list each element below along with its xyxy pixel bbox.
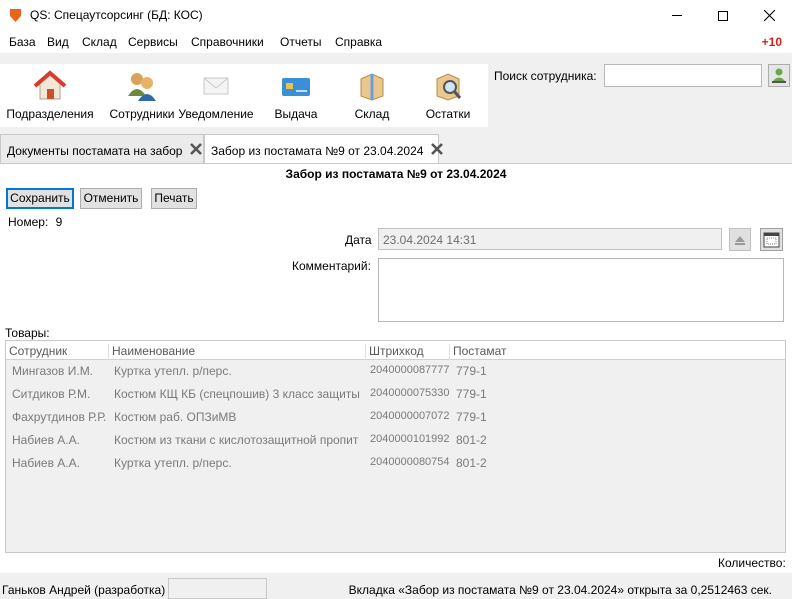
tab-label: Документы постамата на забор bbox=[7, 144, 183, 158]
column-header-barcode[interactable]: Штрихкод bbox=[366, 344, 450, 360]
number-value: 9 bbox=[55, 215, 63, 229]
window-title: QS: Спецаутсорсинг (БД: КОС) bbox=[30, 8, 203, 22]
column-header-postamat[interactable]: Постамат bbox=[450, 344, 785, 360]
column-header-name[interactable]: Наименование bbox=[109, 344, 366, 360]
close-button[interactable] bbox=[746, 0, 792, 31]
toolbar-notification-button[interactable]: Уведомление bbox=[170, 64, 262, 127]
minimize-button[interactable] bbox=[654, 0, 700, 31]
document-title: Забор из постамата №9 от 23.04.2024 bbox=[285, 167, 507, 181]
cell-employee: Набиев А.А. bbox=[12, 456, 80, 470]
toolbar-departments-label: Подразделения bbox=[6, 107, 94, 121]
column-header-employee[interactable]: Сотрудник bbox=[6, 344, 109, 360]
toolbar-departments-button[interactable]: Подразделения bbox=[4, 64, 96, 127]
main-toolbar: Подразделения Сотрудники Уведомление Выд… bbox=[0, 64, 488, 127]
minimize-icon bbox=[672, 15, 682, 16]
comment-label: Комментарий: bbox=[292, 259, 371, 273]
person-search-icon bbox=[772, 68, 786, 83]
cell-employee: Набиев А.А. bbox=[12, 433, 80, 447]
maximize-icon bbox=[718, 10, 728, 21]
cell-postamat: 779-1 bbox=[456, 387, 487, 401]
menu-item-help[interactable]: Справка bbox=[335, 35, 382, 49]
people-icon bbox=[128, 73, 156, 101]
status-progress-box bbox=[168, 578, 267, 599]
table-row[interactable]: Набиев А.А. Костюм из ткани с кислотозащ… bbox=[6, 429, 785, 452]
cell-employee: Мингазов И.М. bbox=[12, 364, 94, 378]
table-row[interactable]: Набиев А.А. Куртка утепл. р/перс. 204000… bbox=[6, 452, 785, 475]
goods-table[interactable]: Сотрудник Наименование Штрихкод Постамат… bbox=[5, 340, 786, 553]
menu-item-services[interactable]: Сервисы bbox=[128, 35, 178, 49]
menu-item-reports[interactable]: Отчеты bbox=[280, 35, 321, 49]
menu-item-base[interactable]: База bbox=[9, 35, 36, 49]
table-row[interactable]: Ситдиков Р.М. Костюм КЩ КБ (спецпошив) 3… bbox=[6, 383, 785, 406]
tab-label: Забор из постамата №9 от 23.04.2024 bbox=[211, 144, 424, 158]
close-icon bbox=[763, 10, 775, 21]
date-clear-button[interactable] bbox=[729, 228, 751, 251]
menu-item-references[interactable]: Справочники bbox=[191, 35, 264, 49]
calendar-button[interactable] bbox=[760, 228, 783, 251]
title-bar: QS: Спецаутсорсинг (БД: КОС) bbox=[0, 0, 792, 31]
close-tab-icon[interactable] bbox=[189, 143, 202, 158]
cell-name: Куртка утепл. р/перс. bbox=[114, 364, 232, 378]
date-field[interactable]: 23.04.2024 14:31 bbox=[378, 228, 722, 250]
calendar-icon bbox=[763, 232, 780, 248]
box-search-icon bbox=[436, 73, 462, 101]
eraser-icon bbox=[735, 236, 745, 245]
cell-postamat: 779-1 bbox=[456, 410, 487, 424]
house-icon bbox=[34, 70, 66, 100]
cell-employee: Ситдиков Р.М. bbox=[12, 387, 91, 401]
save-button[interactable]: Сохранить bbox=[6, 188, 74, 209]
tab-pickup-document[interactable]: Забор из постамата №9 от 23.04.2024 bbox=[204, 134, 443, 163]
status-message: Вкладка «Забор из постамата №9 от 23.04.… bbox=[348, 583, 772, 597]
employee-search-button[interactable] bbox=[768, 64, 790, 87]
date-label: Дата bbox=[345, 233, 372, 247]
tab-postamat-documents[interactable]: Документы постамата на забор bbox=[0, 134, 204, 163]
table-header: Сотрудник Наименование Штрихкод Постамат bbox=[6, 341, 785, 360]
app-icon bbox=[10, 9, 21, 22]
table-row[interactable]: Мингазов И.М. Куртка утепл. р/перс. 2040… bbox=[6, 360, 785, 383]
quantity-label: Количество: bbox=[718, 556, 786, 570]
envelope-icon bbox=[203, 77, 229, 95]
menu-item-warehouse[interactable]: Склад bbox=[82, 35, 117, 49]
employee-search-label: Поиск сотрудника: bbox=[494, 69, 597, 83]
cell-barcode: 2040000101992 bbox=[370, 433, 450, 445]
toolbar-notification-label: Уведомление bbox=[178, 107, 254, 121]
employee-search-input[interactable] bbox=[604, 64, 762, 87]
box-icon bbox=[360, 73, 384, 101]
menu-item-view[interactable]: Вид bbox=[47, 35, 69, 49]
status-user: Ганьков Андрей (разработка) bbox=[2, 583, 166, 597]
document-number: Номер: 9 bbox=[8, 215, 62, 229]
toolbar-stock-label: Остатки bbox=[425, 107, 471, 121]
goods-label: Товары: bbox=[5, 326, 50, 340]
maximize-button[interactable] bbox=[700, 0, 746, 31]
cell-barcode: 2040000075330 bbox=[370, 387, 450, 399]
cell-postamat: 801-2 bbox=[456, 433, 487, 447]
print-button[interactable]: Печать bbox=[151, 188, 197, 209]
comment-textarea[interactable] bbox=[378, 258, 784, 322]
cell-postamat: 801-2 bbox=[456, 456, 487, 470]
cell-barcode: 2040000087777 bbox=[370, 364, 450, 376]
cell-postamat: 779-1 bbox=[456, 364, 487, 378]
card-icon bbox=[282, 78, 310, 96]
cell-barcode: 2040000007072 bbox=[370, 410, 450, 422]
cell-name: Костюм КЩ КБ (спецпошив) 3 класс защиты bbox=[114, 387, 360, 401]
cell-barcode: 2040000080754 bbox=[370, 456, 450, 468]
number-label: Номер: bbox=[8, 215, 49, 229]
toolbar-stock-button[interactable]: Остатки bbox=[402, 64, 494, 127]
close-tab-icon[interactable] bbox=[430, 143, 443, 158]
notification-count[interactable]: +10 bbox=[762, 35, 782, 49]
cell-name: Костюм раб. ОПЗиМВ bbox=[114, 410, 237, 424]
cancel-button[interactable]: Отменить bbox=[80, 188, 142, 209]
table-row[interactable]: Фахрутдинов Р.Р. Костюм раб. ОПЗиМВ 2040… bbox=[6, 406, 785, 429]
cell-name: Куртка утепл. р/перс. bbox=[114, 456, 232, 470]
cell-name: Костюм из ткани с кислотозащитной пропит bbox=[114, 433, 359, 447]
menu-bar: База Вид Склад Сервисы Справочники Отчет… bbox=[0, 31, 792, 53]
cell-employee: Фахрутдинов Р.Р. bbox=[12, 410, 107, 424]
